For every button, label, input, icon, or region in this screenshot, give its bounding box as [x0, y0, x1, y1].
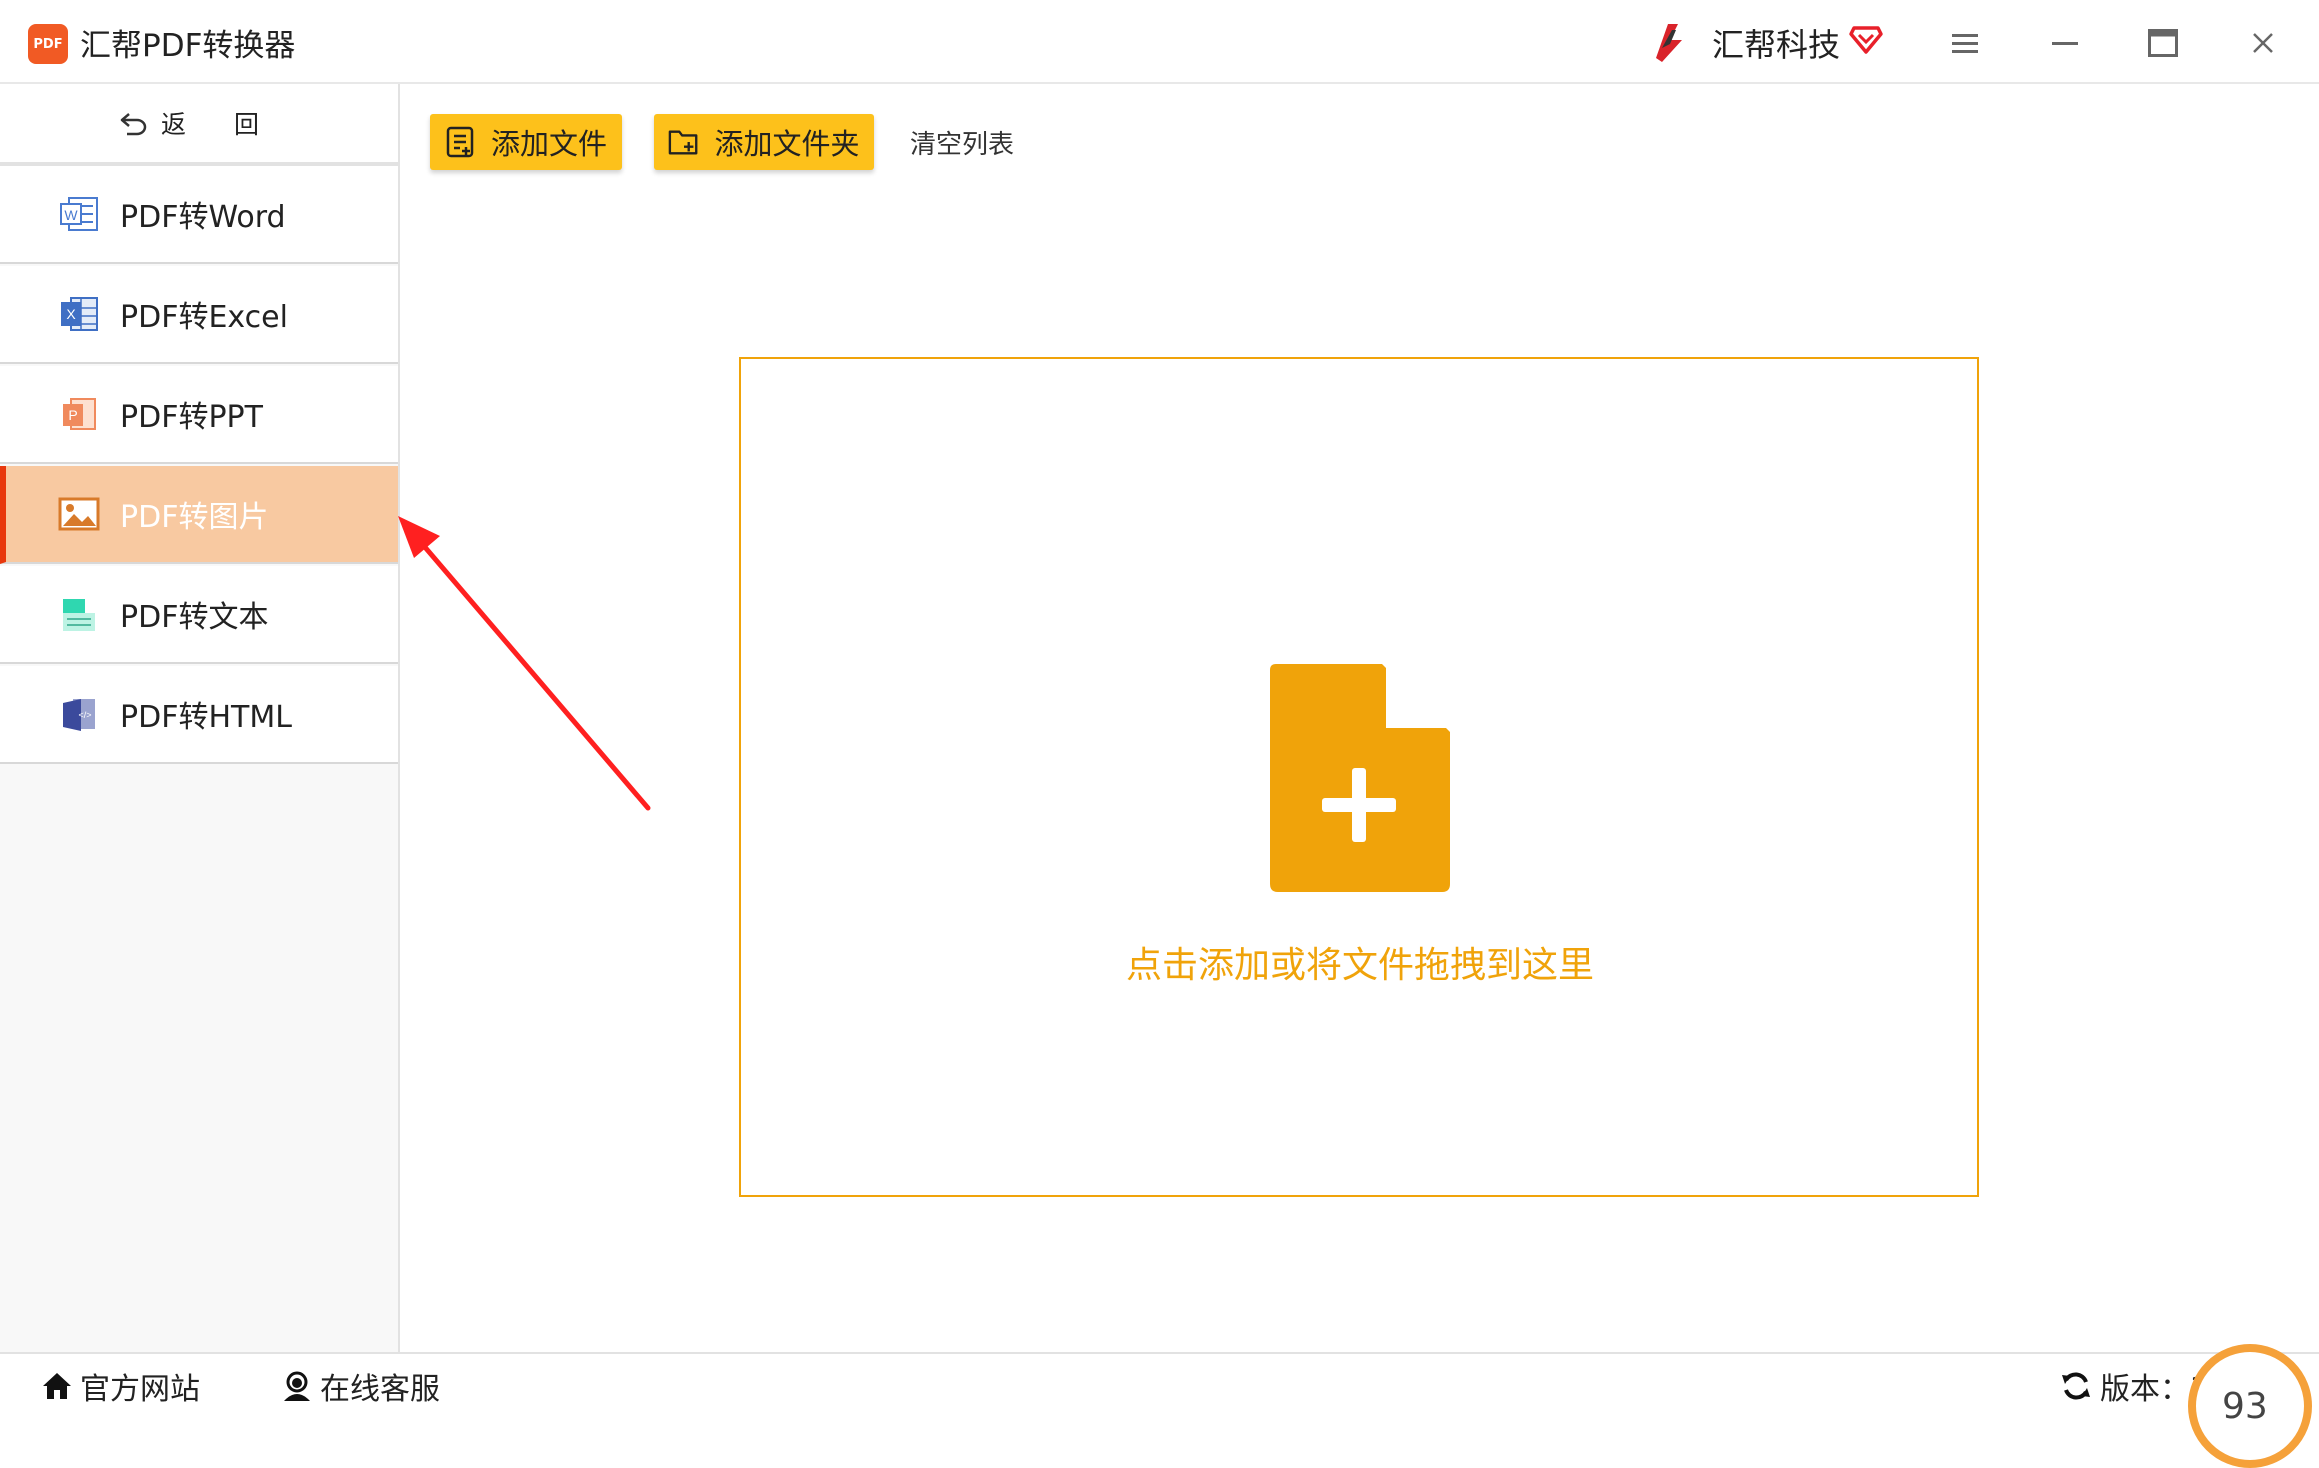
- sidebar-item-label: PDF转PPT: [120, 400, 263, 435]
- sidebar-item-label: PDF转Excel: [120, 300, 288, 335]
- back-label: 返 回: [161, 110, 279, 139]
- image-icon: [58, 493, 100, 535]
- close-button[interactable]: [2238, 20, 2288, 66]
- html-icon: </>: [58, 693, 100, 735]
- word-icon: W: [58, 193, 100, 235]
- sidebar-item-html[interactable]: </> PDF转HTML: [0, 666, 398, 764]
- speed-value: 93: [2222, 1386, 2268, 1427]
- sidebar-item-text[interactable]: PDF转文本: [0, 566, 398, 664]
- ppt-icon: P: [58, 393, 100, 435]
- vip-diamond-icon[interactable]: [1848, 20, 1884, 56]
- close-icon: [2253, 33, 2273, 53]
- sidebar-item-label: PDF转Word: [120, 200, 286, 235]
- speed-ball-badge[interactable]: 93: [2188, 1344, 2312, 1468]
- clear-list-button[interactable]: 清空列表: [910, 114, 1014, 170]
- online-service-link[interactable]: 在线客服: [280, 1366, 440, 1407]
- svg-text:X: X: [66, 306, 76, 322]
- sidebar-item-ppt[interactable]: P PDF转PPT: [0, 366, 398, 464]
- home-icon: [40, 1369, 74, 1403]
- maximize-icon: [2148, 29, 2178, 57]
- annotation-arrow-icon: [398, 516, 651, 811]
- back-arrow-icon: [120, 113, 147, 136]
- svg-text:P: P: [68, 407, 77, 423]
- add-file-icon: [445, 126, 477, 158]
- hamburger-icon: [1952, 34, 1978, 53]
- official-site-link[interactable]: 官方网站: [40, 1366, 200, 1407]
- sidebar-item-excel[interactable]: X PDF转Excel: [0, 266, 398, 364]
- customer-service-icon: [280, 1369, 314, 1403]
- back-button[interactable]: 返 回: [0, 84, 398, 166]
- add-file-button[interactable]: 添加文件: [430, 114, 622, 170]
- refresh-icon: [2058, 1368, 2094, 1404]
- sidebar-item-label: PDF转文本: [120, 600, 269, 635]
- official-site-label: 官方网站: [80, 1372, 200, 1407]
- sidebar-item-word[interactable]: W PDF转Word: [0, 166, 398, 264]
- svg-text:</>: </>: [78, 710, 91, 720]
- file-add-icon[interactable]: [1270, 664, 1450, 892]
- version-info[interactable]: 版本：3: [2058, 1366, 2209, 1407]
- brand-name: 汇帮科技: [1712, 26, 1841, 64]
- add-folder-button[interactable]: 添加文件夹: [654, 114, 874, 170]
- drop-hint-text: 点击添加或将文件拖拽到这里: [1125, 945, 1594, 986]
- minimize-icon: [2052, 42, 2078, 45]
- brand-logo-icon: [1656, 24, 1682, 62]
- app-logo: PDF: [28, 24, 68, 64]
- sidebar-item-label: PDF转HTML: [120, 700, 292, 735]
- svg-text:W: W: [64, 207, 78, 223]
- maximize-button[interactable]: [2138, 20, 2188, 66]
- online-service-label: 在线客服: [320, 1372, 440, 1407]
- add-folder-label: 添加文件夹: [714, 127, 860, 161]
- minimize-button[interactable]: [2040, 20, 2090, 66]
- excel-icon: X: [58, 293, 100, 335]
- text-icon: [58, 593, 100, 635]
- sidebar-item-label: PDF转图片: [120, 500, 269, 535]
- add-file-label: 添加文件: [490, 127, 607, 161]
- add-folder-icon: [668, 126, 700, 158]
- app-title: 汇帮PDF转换器: [80, 28, 296, 64]
- sidebar-item-image[interactable]: PDF转图片: [0, 466, 398, 564]
- menu-button[interactable]: [1940, 20, 1990, 66]
